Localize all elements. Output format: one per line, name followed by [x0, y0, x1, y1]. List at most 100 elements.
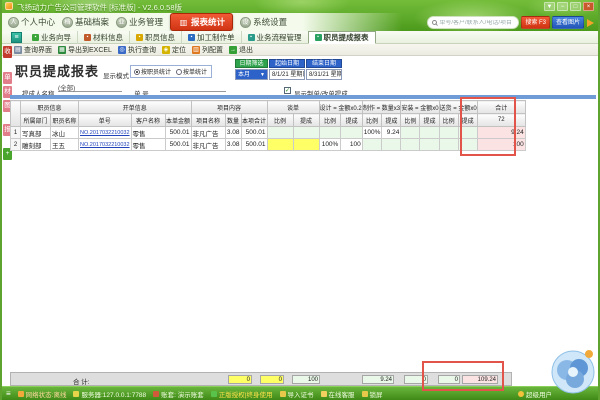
grid-cell: [401, 127, 420, 139]
toolbar-button-4[interactable]: ▥列配置: [192, 45, 223, 55]
mode-option-by-order[interactable]: 按单统计: [176, 67, 207, 76]
start-date-header: 起始日期: [269, 59, 305, 68]
nav-item-3[interactable]: ▥报表统计: [170, 13, 233, 31]
column-header: 提成: [293, 114, 319, 127]
grid-cell: 100: [341, 139, 362, 151]
column-header: 提成: [341, 114, 362, 127]
status-icon: [211, 391, 217, 397]
row-number: 2: [11, 139, 21, 151]
tab-icon: ▪: [188, 34, 195, 41]
grid-cell: [362, 139, 382, 151]
nav-item-4[interactable]: 设系统设置: [240, 16, 287, 28]
user-icon: [518, 391, 524, 397]
view-image-button[interactable]: 查看图片: [552, 16, 584, 29]
date-range-select[interactable]: 本月▼: [235, 69, 268, 80]
commission-name-input[interactable]: (全部): [58, 82, 122, 92]
grid-cell: 非凡广告: [191, 139, 225, 151]
status-item-6[interactable]: 锁屏: [362, 389, 383, 399]
order-no-link[interactable]: NO.2017032210032: [79, 127, 132, 139]
status-item-2: 账套: 演示账套: [153, 389, 204, 399]
end-date-select[interactable]: 8/31/21 星期二▼: [306, 69, 342, 80]
radio-icon: [176, 69, 182, 75]
grid-cell: 100%: [319, 139, 341, 151]
rail-shortcut-1[interactable]: 单: [3, 72, 12, 84]
status-icon: [153, 391, 159, 397]
nav-icon: 人: [8, 17, 19, 28]
search-button[interactable]: 搜索 F3: [521, 16, 550, 29]
dropdown-icon[interactable]: ▼: [544, 2, 555, 11]
status-item-0: 网络状态:离线: [18, 389, 67, 399]
grid-cell: [293, 139, 319, 151]
column-header: 本项合计: [241, 114, 267, 127]
tab-1[interactable]: ▪材料信息: [77, 31, 129, 44]
date-type-header: 日期筛选: [235, 59, 268, 68]
order-no-input[interactable]: [160, 82, 226, 92]
tab-3[interactable]: ▪加工制作单: [181, 31, 241, 44]
status-item-4[interactable]: 导入证书: [280, 389, 314, 399]
nav-item-1[interactable]: 档基础档案: [62, 16, 109, 28]
nav-item-2[interactable]: 业业务管理: [116, 16, 163, 28]
tab-2[interactable]: ▪职员信息: [129, 31, 181, 44]
start-date-select[interactable]: 8/1/21 星期日▼: [269, 69, 305, 80]
tabs: ▪业务向导▪材料信息▪职员信息▪加工制作单▪业务流程管理▪职员提成报表: [26, 31, 376, 44]
column-header: 比例: [267, 114, 293, 127]
toolbar-button-1[interactable]: ▦导出到EXCEL: [58, 45, 112, 55]
tab-5[interactable]: ▪职员提成报表: [308, 31, 376, 44]
row-number: 1: [11, 127, 21, 139]
group-header: 安装 = 金额x0: [401, 101, 439, 114]
announcement-icon[interactable]: [587, 19, 594, 27]
close-button[interactable]: ×: [583, 2, 594, 11]
nav-icon: 档: [62, 17, 73, 28]
nav-item-0[interactable]: 人个人中心: [8, 16, 55, 28]
column-header: 本单金额: [165, 114, 191, 127]
grid-cell: 写真部: [21, 127, 51, 139]
footer-total-cell: 0: [228, 375, 252, 384]
column-header: 比例: [319, 114, 341, 127]
group-header: 谈单: [267, 101, 319, 114]
grid-cell: [439, 139, 458, 151]
grid-cell: 3.08: [225, 127, 241, 139]
checkbox-show-commission[interactable]: ✓: [284, 87, 291, 94]
nav-label: 基础档案: [75, 16, 109, 28]
radio-icon: [134, 69, 140, 75]
toolbar: ▤查询界面 ▦导出到EXCEL ◎执行查询 ◈定位 ▥列配置 →退出: [2, 44, 598, 56]
footer-total-cell: 100: [292, 375, 320, 384]
grid-cell: [341, 127, 362, 139]
table-row[interactable]: 1写真部冰山NO.2017032210032零售500.01非凡广告3.0850…: [11, 127, 526, 139]
tab-icon: ▪: [248, 34, 255, 41]
nav-label: 系统设置: [253, 16, 287, 28]
window-controls: ▼ − □ ×: [544, 2, 594, 11]
table-row[interactable]: 2雕刻部王五NO.2017032210032零售500.01非凡广告3.0850…: [11, 139, 526, 151]
collapse-icon[interactable]: ≡: [11, 32, 22, 43]
rail-shortcut-0[interactable]: 收: [3, 46, 12, 58]
quick-search: 搜索 F3 查看图片: [427, 16, 594, 29]
search-input[interactable]: [439, 20, 514, 26]
display-mode-group: 按职员统计 按单统计: [130, 65, 212, 78]
maximize-button[interactable]: □: [570, 2, 581, 11]
group-header: 制作 = 数量x3: [362, 101, 401, 114]
tab-4[interactable]: ▪业务流程管理: [241, 31, 308, 44]
tab-0[interactable]: ▪业务向导: [26, 31, 77, 44]
menu-icon[interactable]: ≡: [6, 390, 11, 398]
column-header: 项目名称: [191, 114, 225, 127]
grid-cell: 雕刻部: [21, 139, 51, 151]
grid-cell: 零售: [131, 127, 165, 139]
grid-cell: [293, 127, 319, 139]
grid-cell: 500.01: [165, 139, 191, 151]
nav-icon: 设: [240, 17, 251, 28]
mode-option-by-staff[interactable]: 按职员统计: [134, 67, 171, 76]
column-header: 比例: [401, 114, 420, 127]
status-item-5[interactable]: 在线客服: [321, 389, 355, 399]
toolbar-button-5[interactable]: →退出: [229, 45, 253, 55]
toolbar-button-0[interactable]: ▤查询界面: [14, 45, 52, 55]
toolbar-button-2[interactable]: ◎执行查询: [118, 45, 156, 55]
end-date-header: 结束日期: [306, 59, 342, 68]
tab-icon: ▪: [315, 34, 322, 41]
status-icon: [18, 391, 24, 397]
app-window: 飞扬动力广告公司管理软件 [标准版] - V2.6.0.58版 ▼ − □ × …: [0, 0, 600, 400]
table-sub-header: 所属部门职员名称单号客户名称本单金额项目名称数量本项合计比例提成比例提成比例提成…: [11, 114, 526, 127]
toolbar-button-3[interactable]: ◈定位: [162, 45, 186, 55]
column-header: 客户名称: [131, 114, 165, 127]
minimize-button[interactable]: −: [557, 2, 568, 11]
order-no-link[interactable]: NO.2017032210032: [79, 139, 132, 151]
